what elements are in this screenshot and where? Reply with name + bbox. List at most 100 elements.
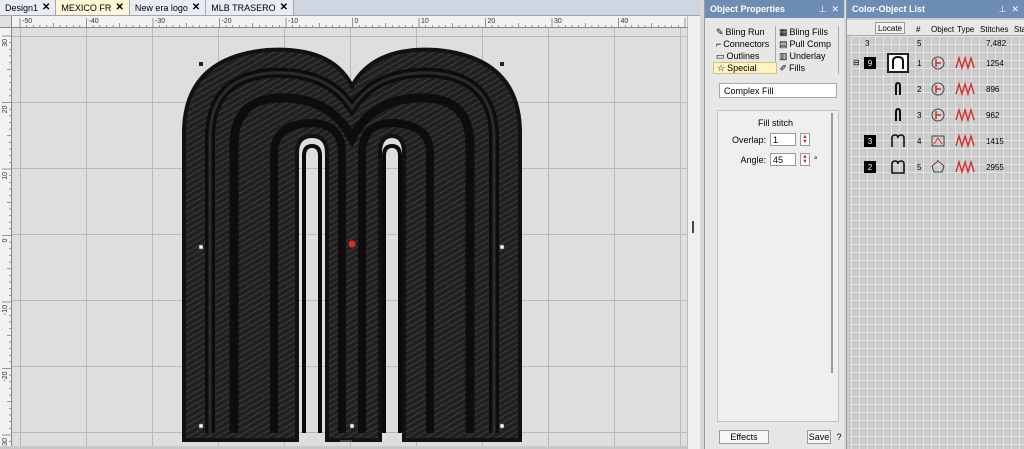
ruler-left-ticks: 30 20 10 0 -10 -20 -30	[2, 35, 11, 446]
tab-label: MLB TRASERO	[211, 2, 276, 13]
object-shape-icon[interactable]	[887, 79, 909, 99]
angle-unit: °	[814, 154, 818, 165]
tab-bling-fills[interactable]: ▦ Bling Fills	[776, 26, 839, 38]
list-item[interactable]: 2 896	[851, 78, 1024, 100]
column-object: Object	[931, 25, 955, 34]
list-item[interactable]: 3 962	[851, 104, 1024, 126]
object-shape-icon[interactable]	[887, 131, 909, 151]
ruler-label: 10	[2, 172, 9, 180]
collapse-icon[interactable]: ⊟	[853, 58, 860, 67]
color-swatch[interactable]: 9	[864, 57, 876, 69]
stitch-type-icon	[955, 108, 975, 122]
close-icon[interactable]: ✕	[1011, 4, 1019, 15]
object-shape-icon[interactable]	[887, 53, 909, 73]
complex-fill-icon	[931, 108, 945, 122]
tab-special[interactable]: ☆ Special	[713, 62, 777, 74]
tab-mlb-trasero[interactable]: MLB TRASERO ✕	[206, 0, 294, 15]
bling-run-icon: ✎	[716, 26, 724, 37]
tab-underlay[interactable]: ▥ Underlay	[776, 50, 839, 62]
stitch-count: 1254	[986, 59, 1004, 68]
handle-top-left[interactable]	[199, 62, 203, 66]
ruler-label: -30	[155, 18, 165, 25]
pin-icon[interactable]: ⊥	[999, 4, 1007, 15]
embroidery-design[interactable]	[12, 28, 687, 446]
tab-pull-comp[interactable]: ▤ Pull Comp	[776, 38, 839, 50]
rotation-center-icon[interactable]	[347, 239, 357, 249]
tab-label: Bling Fills	[789, 27, 829, 37]
close-icon[interactable]: ✕	[831, 4, 839, 15]
stitch-type-icon	[955, 56, 975, 70]
tab-design1[interactable]: Design1 ✕	[0, 0, 57, 15]
pull-comp-icon: ▤	[779, 38, 788, 49]
overlap-label: Overlap:	[731, 134, 766, 145]
tab-new-era-logo[interactable]: New era logo ✕	[129, 0, 207, 15]
scroll-thumb[interactable]	[692, 221, 694, 233]
tab-bling-run[interactable]: ✎ Bling Run	[713, 26, 776, 38]
close-icon[interactable]: ✕	[42, 2, 50, 13]
object-number: 1	[917, 59, 922, 68]
ruler-corner	[0, 16, 12, 28]
panel-title-text: Object Properties	[710, 4, 786, 14]
close-icon[interactable]: ✕	[280, 2, 288, 13]
tab-outlines[interactable]: ▭ Outlines	[713, 50, 776, 62]
tab-label: Connectors	[723, 39, 770, 49]
close-icon[interactable]: ✕	[115, 2, 123, 13]
vertical-scrollbar[interactable]	[687, 16, 700, 449]
column-header: Locate # Object Type Stitches Sta	[847, 20, 1024, 36]
fill-type-select[interactable]: Complex Fill	[719, 83, 837, 98]
color-swatch[interactable]: 2	[864, 161, 876, 173]
object-number: 2	[917, 85, 922, 94]
list-item[interactable]: 2 5 2955	[851, 156, 1024, 178]
handle-mid-left[interactable]	[198, 244, 204, 250]
column-type: Type	[957, 25, 975, 34]
angle-row: Angle: 45 ▲ ▼ °	[726, 153, 818, 166]
angle-stepper[interactable]: ▲ ▼	[800, 153, 810, 166]
object-shape-icon[interactable]	[887, 157, 909, 177]
overlap-input[interactable]: 1	[770, 133, 796, 146]
handle-top-right[interactable]	[500, 62, 504, 66]
object-properties-title: Object Properties ⊥ ✕	[705, 0, 844, 18]
angle-input[interactable]: 45	[770, 153, 796, 166]
summary-row: 3 5 7,482	[851, 36, 1024, 50]
horizontal-scroll-thumb[interactable]	[340, 440, 352, 442]
pin-icon[interactable]: ⊥	[819, 4, 827, 15]
design-canvas[interactable]	[12, 28, 687, 446]
tab-mexico-fr[interactable]: MEXICO FR ✕	[56, 0, 130, 15]
ruler-label: -50	[22, 18, 32, 25]
ruler-label: -10	[288, 18, 298, 25]
color-swatch[interactable]: 3	[864, 135, 876, 147]
summary-objects: 5	[917, 39, 922, 48]
fill-stitch-section: Fill stitch Overlap: 1 ▲ ▼ Angle: 45 ▲ ▼ °	[717, 110, 839, 422]
tab-connectors[interactable]: ⌐ Connectors	[713, 38, 776, 50]
effects-button[interactable]: Effects	[719, 430, 769, 444]
overlap-stepper[interactable]: ▲ ▼	[800, 133, 810, 146]
tab-label: Fills	[789, 63, 806, 73]
list-item[interactable]: 3 4 1415	[851, 130, 1024, 152]
locate-button[interactable]: Locate	[875, 22, 905, 34]
section-scrollbar[interactable]	[831, 113, 833, 373]
stitch-type-icon	[955, 82, 975, 96]
panel-title-text: Color-Object List	[852, 4, 926, 14]
stitch-count: 962	[986, 111, 1000, 120]
close-icon[interactable]: ✕	[192, 2, 200, 13]
handle-bottom-left[interactable]	[198, 423, 204, 429]
object-number: 4	[917, 137, 922, 146]
save-button[interactable]: Save	[807, 430, 831, 444]
bling-fills-icon: ▦	[779, 26, 788, 37]
fills-icon: ✐	[779, 62, 788, 73]
ruler-top: -50-40-30-20-1001020304050	[12, 16, 687, 28]
handle-mid-right[interactable]	[499, 244, 505, 250]
object-shape-icon[interactable]	[887, 105, 909, 125]
polygon-fill-icon	[931, 160, 945, 173]
column-stitches: Stitches	[980, 25, 1009, 34]
tab-label: Bling Run	[725, 27, 765, 37]
list-item[interactable]: ⊟ 9 1 1254	[851, 52, 1024, 74]
stitch-count: 2955	[986, 163, 1004, 172]
help-button[interactable]: ?	[834, 430, 844, 444]
stitch-count: 1415	[986, 137, 1004, 146]
ruler-label: -40	[89, 18, 99, 25]
tab-fills[interactable]: ✐ Fills	[777, 62, 839, 74]
canvas-area: -50-40-30-20-1001020304050 3020100-10-20…	[0, 16, 700, 449]
handle-bottom-mid[interactable]	[349, 423, 355, 429]
handle-bottom-right[interactable]	[499, 423, 505, 429]
